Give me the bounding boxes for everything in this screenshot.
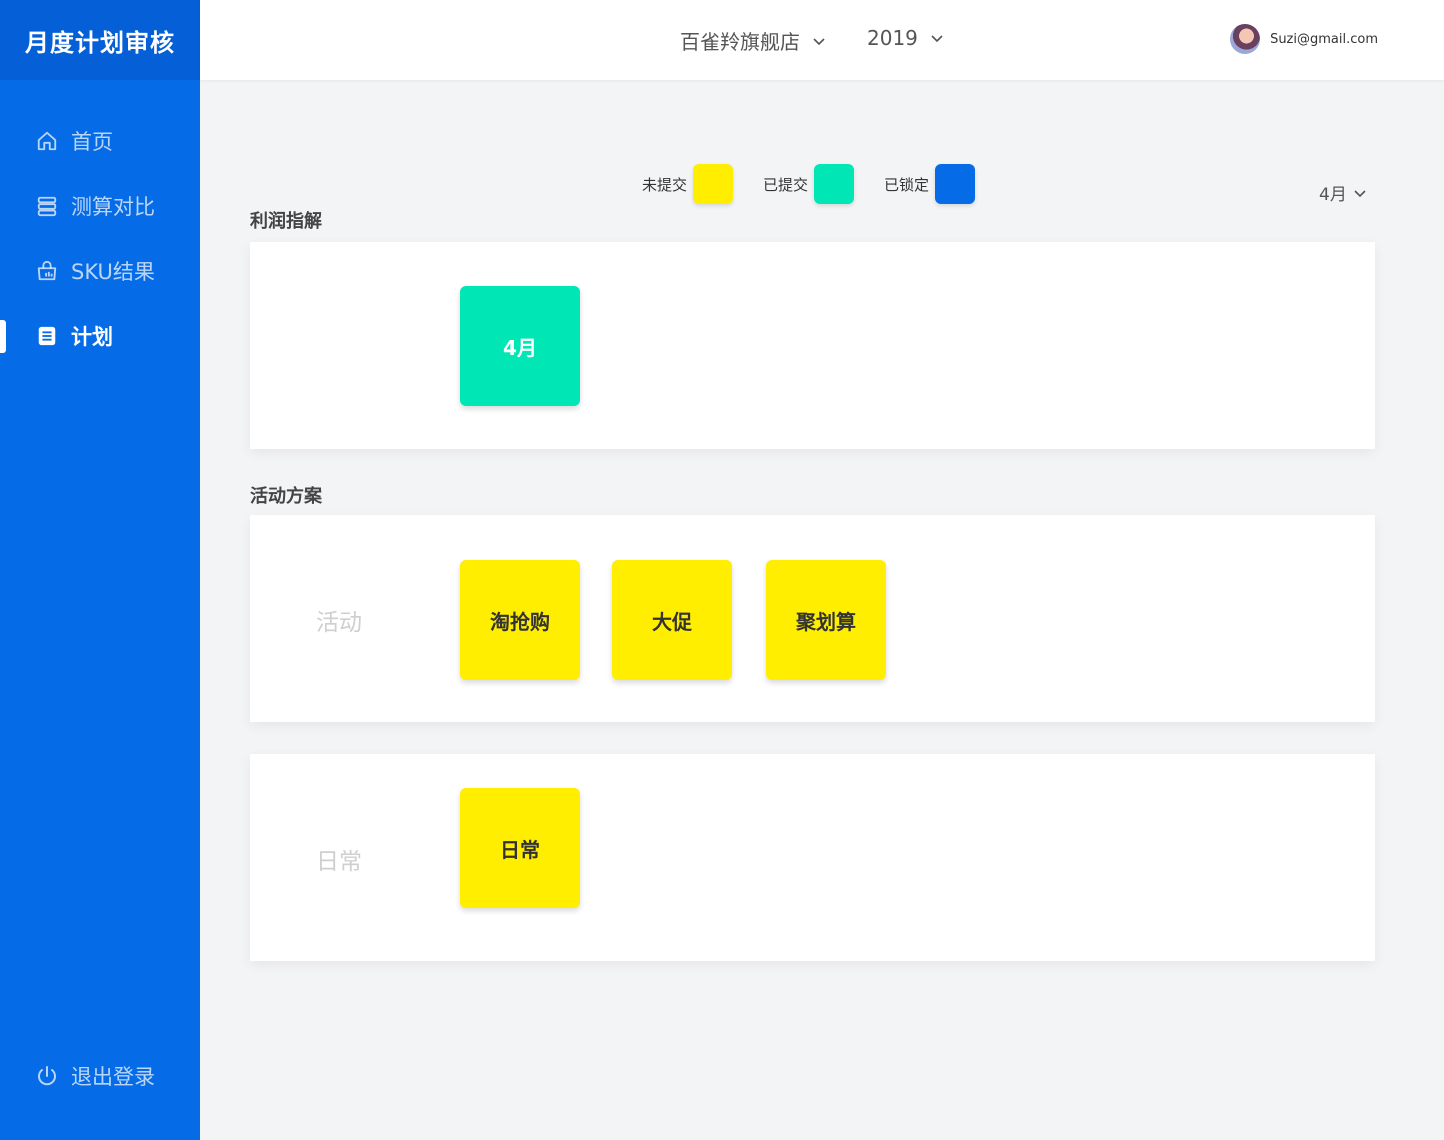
- legend-swatch: [814, 164, 855, 204]
- document-icon: [35, 324, 59, 348]
- tile-label: 聚划算: [796, 609, 856, 634]
- row-label-activity: 活动: [316, 610, 362, 636]
- power-icon: [35, 1064, 59, 1088]
- legend-item-submitted: 已提交: [763, 164, 855, 204]
- profit-card: 4月: [250, 242, 1375, 449]
- sidebar-item-label: 首页: [71, 129, 113, 154]
- tile-label: 大促: [652, 609, 692, 634]
- status-legend: 未提交 已提交 已锁定: [642, 164, 1005, 204]
- tile-label: 4月: [503, 335, 537, 360]
- sidebar-item-label: SKU结果: [71, 259, 155, 284]
- daily-card: 日常 日常: [250, 754, 1375, 961]
- tile-label: 淘抢购: [490, 609, 550, 634]
- year-select-value: 2019: [867, 26, 918, 50]
- sidebar-nav: 首页 测算对比 SKU结果 计划: [0, 108, 200, 368]
- year-select[interactable]: 2019: [867, 26, 944, 50]
- section-title-profit: 利润指解: [250, 211, 322, 232]
- sidebar-item-home[interactable]: 首页: [0, 108, 200, 173]
- store-select[interactable]: 百雀羚旗舰店: [680, 26, 826, 55]
- logout-label: 退出登录: [71, 1065, 155, 1089]
- sidebar-item-label: 测算对比: [71, 194, 155, 219]
- sidebar-item-sku[interactable]: SKU结果: [0, 238, 200, 303]
- app-title: 月度计划审核: [0, 0, 200, 80]
- chevron-down-icon: [930, 31, 944, 45]
- plan-tile-dacu[interactable]: 大促: [612, 560, 732, 680]
- chevron-down-icon: [812, 34, 826, 48]
- store-select-value: 百雀羚旗舰店: [680, 30, 800, 54]
- legend-label: 已锁定: [884, 175, 930, 194]
- legend-swatch: [693, 164, 734, 204]
- legend-label: 已提交: [763, 175, 809, 194]
- home-icon: [35, 129, 59, 153]
- chevron-down-icon: [1353, 186, 1367, 200]
- section-title-activity: 活动方案: [250, 486, 322, 507]
- legend-label: 未提交: [642, 175, 688, 194]
- plan-tile-juhuasuan[interactable]: 聚划算: [766, 560, 886, 680]
- plan-tile-daily[interactable]: 日常: [460, 788, 580, 908]
- sidebar-item-label: 计划: [71, 324, 113, 349]
- user-menu[interactable]: Suzi@gmail.com: [1230, 24, 1378, 54]
- tile-label: 日常: [500, 837, 540, 862]
- legend-swatch: [935, 164, 976, 204]
- month-select-value: 4月: [1319, 185, 1347, 205]
- legend-item-locked: 已锁定: [884, 164, 976, 204]
- month-select[interactable]: 4月: [1319, 180, 1367, 205]
- database-icon: [35, 194, 59, 218]
- activity-card: 活动 淘抢购 大促 聚划算: [250, 515, 1375, 722]
- top-header: 百雀羚旗舰店 2019 Suzi@gmail.com: [200, 0, 1444, 80]
- month-tile[interactable]: 4月: [460, 286, 580, 406]
- plan-tile-taoqianggou[interactable]: 淘抢购: [460, 560, 580, 680]
- row-label-daily: 日常: [316, 849, 362, 875]
- legend-item-unsubmitted: 未提交: [642, 164, 734, 204]
- shopping-bag-icon: [35, 259, 59, 283]
- logout-button[interactable]: 退出登录: [0, 1056, 200, 1096]
- user-email: Suzi@gmail.com: [1270, 31, 1378, 47]
- sidebar-item-plan[interactable]: 计划: [0, 303, 200, 368]
- sidebar-item-compare[interactable]: 测算对比: [0, 173, 200, 238]
- avatar: [1230, 24, 1261, 54]
- sidebar: 月度计划审核 首页 测算对比 SKU结果 计划 退出登录: [0, 0, 200, 1140]
